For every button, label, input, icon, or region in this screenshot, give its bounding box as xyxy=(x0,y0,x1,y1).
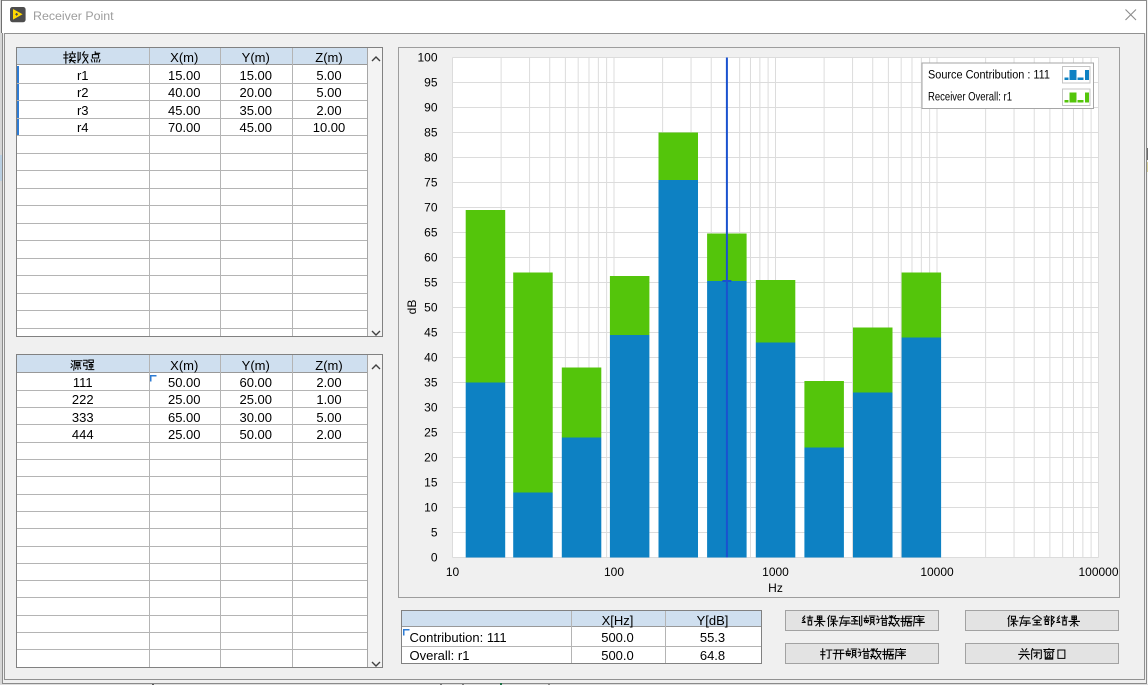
svg-text:1000: 1000 xyxy=(762,565,789,579)
svg-text:0: 0 xyxy=(431,551,438,565)
svg-text:20: 20 xyxy=(424,451,438,465)
svg-text:80: 80 xyxy=(424,151,438,165)
svg-text:Hz: Hz xyxy=(768,581,783,595)
svg-text:10: 10 xyxy=(424,501,438,515)
svg-text:Source Contribution : 111: Source Contribution : 111 xyxy=(928,68,1050,82)
svg-text:75: 75 xyxy=(424,176,438,190)
svg-text:40: 40 xyxy=(424,351,438,365)
svg-text:dB: dB xyxy=(405,300,419,315)
svg-text:100: 100 xyxy=(604,565,624,579)
svg-text:50: 50 xyxy=(424,301,438,315)
svg-text:95: 95 xyxy=(424,76,438,90)
svg-text:100000: 100000 xyxy=(1078,565,1118,579)
svg-text:15: 15 xyxy=(424,476,438,490)
svg-text:100: 100 xyxy=(417,51,437,65)
svg-text:90: 90 xyxy=(424,101,438,115)
svg-text:65: 65 xyxy=(424,226,438,240)
svg-text:30: 30 xyxy=(424,401,438,415)
svg-text:70: 70 xyxy=(424,201,438,215)
svg-text:25: 25 xyxy=(424,426,438,440)
svg-text:10: 10 xyxy=(446,565,460,579)
svg-text:85: 85 xyxy=(424,126,438,140)
svg-text:60: 60 xyxy=(424,251,438,265)
svg-text:35: 35 xyxy=(424,376,438,390)
svg-text:Receiver Overall: r1: Receiver Overall: r1 xyxy=(928,90,1012,104)
svg-text:10000: 10000 xyxy=(920,565,954,579)
svg-text:55: 55 xyxy=(424,276,438,290)
svg-text:5: 5 xyxy=(431,526,438,540)
svg-text:45: 45 xyxy=(424,326,438,340)
